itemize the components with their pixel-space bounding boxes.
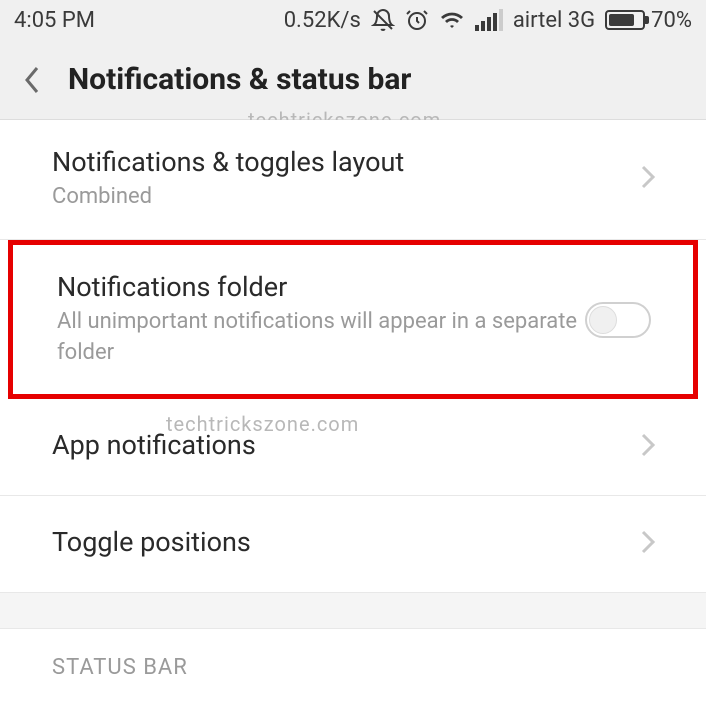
row-toggle-positions[interactable]: Toggle positions <box>0 496 706 593</box>
chevron-right-icon <box>640 432 656 462</box>
app-header: Notifications & status bar <box>0 40 706 120</box>
row-subtitle: Combined <box>52 182 620 213</box>
notifications-folder-toggle[interactable] <box>585 302 651 338</box>
chevron-right-icon <box>640 164 656 194</box>
row-notifications-layout[interactable]: Notifications & toggles layout Combined <box>0 120 706 240</box>
back-button[interactable] <box>22 64 42 96</box>
battery-percentage: 70% <box>651 8 692 33</box>
row-title: Notifications & toggles layout <box>52 146 620 178</box>
highlighted-setting: Notifications folder All unimportant not… <box>8 240 698 400</box>
carrier-label: airtel 3G <box>513 8 595 33</box>
toggle-knob <box>589 306 617 334</box>
section-spacer <box>0 593 706 629</box>
section-header-statusbar: STATUS BAR <box>0 629 706 706</box>
signal-icon <box>475 9 503 31</box>
row-title: Notifications folder <box>57 271 585 303</box>
chevron-right-icon <box>640 529 656 559</box>
status-time: 4:05 PM <box>14 8 95 33</box>
network-speed: 0.52K/s <box>284 8 361 33</box>
battery-icon <box>605 10 645 30</box>
row-title: Toggle positions <box>52 526 620 558</box>
row-notifications-folder[interactable]: Notifications folder All unimportant not… <box>13 245 693 395</box>
page-title: Notifications & status bar <box>68 62 411 97</box>
row-title: App notifications <box>52 429 620 461</box>
row-subtitle: All unimportant notifications will appea… <box>57 307 585 369</box>
status-bar: 4:05 PM 0.52K/s airtel 3G 70% <box>0 0 706 40</box>
battery-indicator: 70% <box>605 8 692 33</box>
dnd-icon <box>371 8 395 32</box>
alarm-icon <box>405 8 429 32</box>
row-app-notifications[interactable]: App notifications <box>0 399 706 496</box>
wifi-icon <box>439 8 465 32</box>
